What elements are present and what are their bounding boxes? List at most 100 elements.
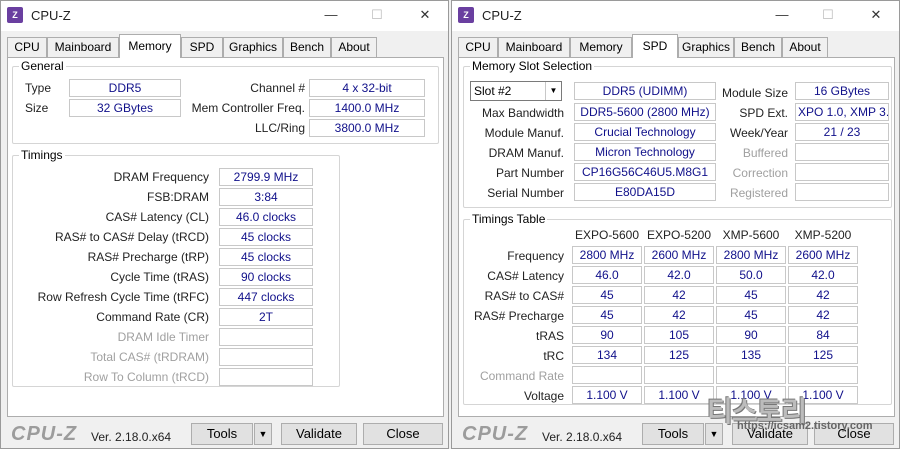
timing-label: Total CAS# (tRDRAM) bbox=[90, 350, 209, 364]
watermark-logo: 티스토리 https://icsam2.tistory.com bbox=[707, 390, 893, 440]
tab-graphics[interactable]: Graphics bbox=[678, 37, 734, 57]
cpuz-app-icon: Z bbox=[7, 7, 23, 23]
timings-cell: 1.100 V bbox=[644, 386, 714, 404]
correction-label: Correction bbox=[732, 166, 788, 180]
general-title: General bbox=[19, 59, 66, 73]
timings-cell: 42 bbox=[644, 286, 714, 304]
timings-cell: 46.0 bbox=[572, 266, 642, 284]
timings-cell bbox=[788, 366, 858, 384]
tab-spd[interactable]: SPD bbox=[632, 34, 678, 58]
timing-value bbox=[219, 348, 313, 366]
timings-cell: 45 bbox=[716, 306, 786, 324]
channel-value: 4 x 32-bit bbox=[309, 79, 425, 97]
memctrl-value: 1400.0 MHz bbox=[309, 99, 425, 117]
timings-group: Timings DRAM Frequency 2799.9 MHz FSB:DRAM… bbox=[12, 148, 340, 387]
timing-value: 3:84 bbox=[219, 188, 313, 206]
timings-cell: 42 bbox=[644, 306, 714, 324]
tab-bench[interactable]: Bench bbox=[734, 37, 782, 57]
timing-value: 90 clocks bbox=[219, 268, 313, 286]
cpuz-window-memory: Z CPU-Z — ☐ ✕ CPU Mainboard Memory SPD G… bbox=[0, 0, 449, 449]
memctrl-label: Mem Controller Freq. bbox=[191, 101, 305, 115]
timings-cell: 134 bbox=[572, 346, 642, 364]
size-value: 32 GBytes bbox=[69, 99, 181, 117]
timings-row-label: RAS# to CAS# bbox=[484, 289, 564, 303]
timings-cell: 84 bbox=[788, 326, 858, 344]
timings-column-header: EXPO-5200 bbox=[646, 228, 712, 242]
tools-dropdown-icon[interactable]: ▼ bbox=[254, 423, 272, 445]
buffered-label: Buffered bbox=[742, 146, 788, 160]
tab-mainboard[interactable]: Mainboard bbox=[47, 37, 119, 57]
tab-cpu[interactable]: CPU bbox=[7, 37, 47, 57]
timing-value: 2T bbox=[219, 308, 313, 326]
memory-panel: General Type DDR5 Size 32 GBytes Channel… bbox=[7, 57, 444, 417]
slot-select-value: Slot #2 bbox=[474, 84, 512, 98]
module-manuf-value: Crucial Technology bbox=[574, 123, 716, 141]
timings-cell bbox=[572, 366, 642, 384]
timings-cell: 2600 MHz bbox=[644, 246, 714, 264]
buffered-value bbox=[795, 143, 889, 161]
timings-row-label: Command Rate bbox=[479, 369, 564, 383]
timings-cell: 42.0 bbox=[788, 266, 858, 284]
memory-slot-group: Memory Slot Selection Slot #2 ▼ DDR5 (UD… bbox=[463, 59, 892, 208]
timing-value bbox=[219, 368, 313, 386]
title-bar[interactable]: Z CPU-Z — ☐ ✕ bbox=[452, 1, 899, 31]
tab-about[interactable]: About bbox=[331, 37, 377, 57]
correction-value bbox=[795, 163, 889, 181]
minimize-icon[interactable]: — bbox=[773, 7, 791, 23]
minimize-icon[interactable]: — bbox=[322, 7, 340, 23]
maximize-icon[interactable]: ☐ bbox=[819, 7, 837, 23]
close-button[interactable]: Close bbox=[363, 423, 443, 445]
tools-button[interactable]: Tools bbox=[642, 423, 704, 445]
serial-number-value: E80DA15D bbox=[574, 183, 716, 201]
max-bandwidth-value: DDR5-5600 (2800 MHz) bbox=[574, 103, 716, 121]
tools-button[interactable]: Tools bbox=[191, 423, 253, 445]
tab-cpu[interactable]: CPU bbox=[458, 37, 498, 57]
timings-column-header: XMP-5200 bbox=[794, 228, 852, 242]
timings-cell: 125 bbox=[788, 346, 858, 364]
timings-cell: 90 bbox=[716, 326, 786, 344]
week-year-label: Week/Year bbox=[729, 126, 788, 140]
close-icon[interactable]: ✕ bbox=[867, 7, 885, 23]
timing-label: Cycle Time (tRAS) bbox=[110, 270, 209, 284]
timings-cell: 42 bbox=[788, 306, 858, 324]
tab-mainboard[interactable]: Mainboard bbox=[498, 37, 570, 57]
chevron-down-icon[interactable]: ▼ bbox=[545, 82, 561, 100]
spd-ext-value: XPO 1.0, XMP 3.0 bbox=[795, 103, 889, 121]
timing-label: Row Refresh Cycle Time (tRFC) bbox=[37, 290, 209, 304]
timings-table-group: Timings Table EXPO-5600 EXPO-5200 XMP-5600… bbox=[463, 212, 892, 405]
spd-ext-label: SPD Ext. bbox=[739, 106, 788, 120]
timings-cell bbox=[644, 366, 714, 384]
slot-select[interactable]: Slot #2 ▼ bbox=[470, 81, 562, 101]
tab-about[interactable]: About bbox=[782, 37, 828, 57]
timings-column-header: EXPO-5600 bbox=[574, 228, 640, 242]
module-size-label: Module Size bbox=[721, 86, 788, 100]
tab-spd[interactable]: SPD bbox=[181, 37, 223, 57]
timings-row-label: RAS# Precharge bbox=[473, 309, 564, 323]
timings-cell: 50.0 bbox=[716, 266, 786, 284]
window-title: CPU-Z bbox=[482, 8, 522, 23]
close-icon[interactable]: ✕ bbox=[416, 7, 434, 23]
timing-value: 45 clocks bbox=[219, 228, 313, 246]
watermark-url: https://icsam2.tistory.com bbox=[737, 420, 873, 432]
title-bar[interactable]: Z CPU-Z — ☐ ✕ bbox=[1, 1, 448, 31]
channel-label: Channel # bbox=[250, 81, 305, 95]
timings-row-label: Frequency bbox=[507, 249, 564, 263]
registered-label: Registered bbox=[729, 186, 788, 200]
tab-graphics[interactable]: Graphics bbox=[223, 37, 283, 57]
timings-cell bbox=[716, 366, 786, 384]
tab-bench[interactable]: Bench bbox=[283, 37, 331, 57]
cpuz-window-spd: Z CPU-Z — ☐ ✕ CPU Mainboard Memory SPD G… bbox=[451, 0, 900, 449]
timings-cell: 105 bbox=[644, 326, 714, 344]
cpuz-app-icon: Z bbox=[458, 7, 474, 23]
maximize-icon[interactable]: ☐ bbox=[368, 7, 386, 23]
size-label: Size bbox=[25, 101, 49, 115]
timings-cell: 135 bbox=[716, 346, 786, 364]
week-year-value: 21 / 23 bbox=[795, 123, 889, 141]
module-manuf-label: Module Manuf. bbox=[484, 126, 564, 140]
validate-button[interactable]: Validate bbox=[281, 423, 357, 445]
timing-label: CAS# Latency (CL) bbox=[105, 210, 209, 224]
timing-value bbox=[219, 328, 313, 346]
tab-memory[interactable]: Memory bbox=[119, 34, 181, 58]
general-group: General Type DDR5 Size 32 GBytes Channel… bbox=[12, 59, 439, 144]
tab-memory[interactable]: Memory bbox=[570, 37, 632, 57]
